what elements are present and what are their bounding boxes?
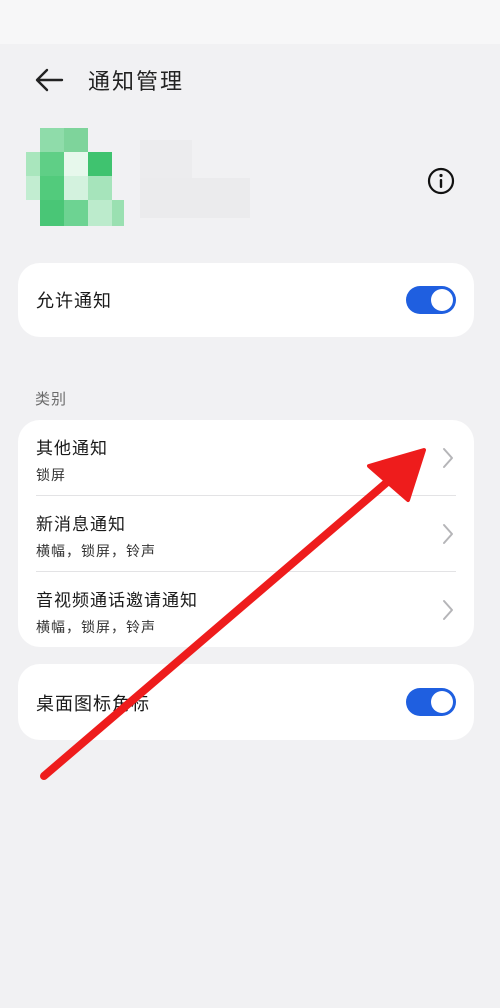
category-subtitle: 横幅，锁屏，铃声: [36, 620, 156, 636]
page-title: 通知管理: [88, 70, 185, 95]
category-item-other[interactable]: 其他通知 锁屏: [18, 420, 474, 495]
chevron-right-icon: [443, 524, 453, 544]
desktop-badge-label: 桌面图标角标: [36, 694, 150, 715]
category-item-new-message[interactable]: 新消息通知 横幅，锁屏，铃声: [18, 496, 474, 571]
category-title: 音视频通话邀请通知: [36, 591, 198, 611]
header: 通知管理: [0, 44, 500, 114]
category-item-av-call[interactable]: 音视频通话邀请通知 横幅，锁屏，铃声: [18, 572, 474, 647]
section-label-category: 类别: [35, 390, 68, 408]
category-list: 其他通知 锁屏 新消息通知 横幅，锁屏，铃声 音视频通话邀请通知 横幅，锁屏，铃…: [18, 420, 474, 647]
allow-notifications-card: 允许通知: [18, 263, 474, 337]
app-name-redacted: [140, 140, 250, 218]
info-icon[interactable]: [426, 166, 456, 196]
desktop-badge-toggle[interactable]: [406, 688, 456, 716]
desktop-badge-card: 桌面图标角标: [18, 664, 474, 740]
category-subtitle: 锁屏: [36, 468, 66, 484]
category-title: 其他通知: [36, 439, 108, 459]
allow-notifications-toggle[interactable]: [406, 286, 456, 314]
status-bar: [0, 0, 500, 44]
chevron-right-icon: [443, 448, 453, 468]
allow-notifications-label: 允许通知: [36, 291, 112, 312]
category-subtitle: 横幅，锁屏，铃声: [36, 544, 156, 560]
category-title: 新消息通知: [36, 515, 126, 535]
chevron-right-icon: [443, 600, 453, 620]
app-icon: [26, 128, 124, 226]
back-arrow-icon[interactable]: [32, 62, 68, 98]
app-info-row: [0, 118, 500, 238]
